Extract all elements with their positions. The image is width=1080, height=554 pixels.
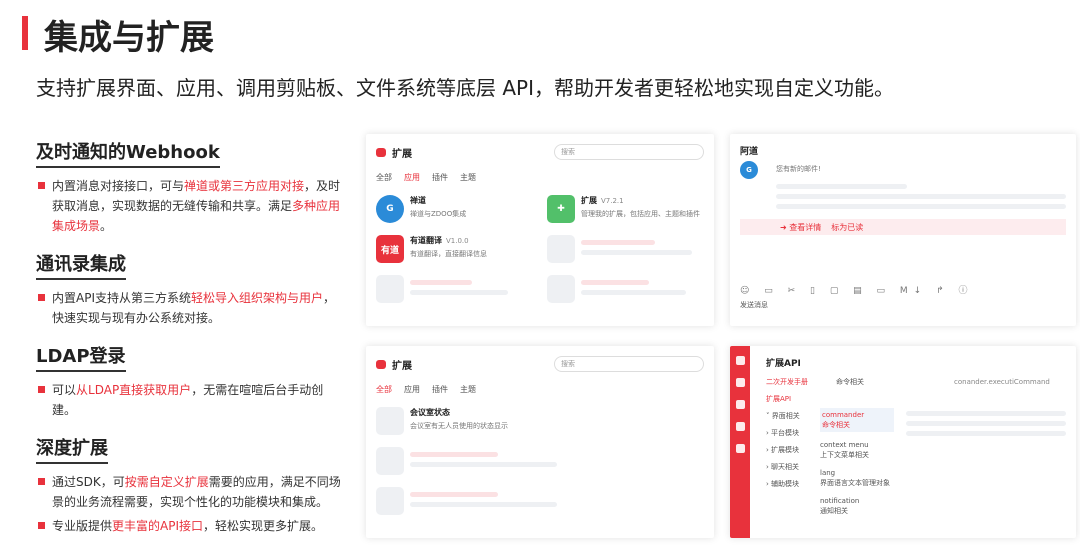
extension-card-meeting-room[interactable]: 会议室状态 会议室有无人员使用的状态显示 xyxy=(376,407,704,439)
placeholder-card xyxy=(547,235,704,267)
bot-avatar-icon: G xyxy=(740,161,758,179)
user-icon[interactable] xyxy=(735,378,745,387)
feature-bullet: 内置消息对接接口，可与禅道或第三方应用对接，及时获取消息，实现数据的无缝传输和共… xyxy=(36,176,346,236)
tab-plugins[interactable]: 插件 xyxy=(432,384,448,395)
doc-icon[interactable] xyxy=(735,444,745,453)
video-icon[interactable] xyxy=(735,400,745,409)
placeholder-card xyxy=(376,447,704,479)
panel-title: 扩展API xyxy=(766,359,801,369)
app-logo-icon xyxy=(376,359,386,369)
extension-card-zentao[interactable]: G 禅道 禅道与ZDOO集成 xyxy=(376,195,533,227)
composer-input[interactable]: 发送消息 xyxy=(740,300,768,310)
feature-bullet: 通过SDK，可按需自定义扩展需要的应用，满足不同场景的业务流程需要，实现个性化的… xyxy=(36,472,346,512)
tab-themes[interactable]: 主题 xyxy=(460,172,476,183)
tab-apps[interactable]: 应用 xyxy=(404,172,420,183)
tree-extension[interactable]: › 扩展模块 xyxy=(766,442,800,459)
tree-chat[interactable]: › 聊天相关 xyxy=(766,459,800,476)
feature-section: 及时通知的Webhook 内置消息对接接口，可与禅道或第三方应用对接，及时获取消息… xyxy=(36,138,346,236)
mark-read-link[interactable]: 标为已读 xyxy=(831,222,863,233)
tab-plugins[interactable]: 插件 xyxy=(432,172,448,183)
tree-platform[interactable]: › 平台模块 xyxy=(766,425,800,442)
apps-icon[interactable] xyxy=(735,422,745,431)
tab-themes[interactable]: 主题 xyxy=(460,384,476,395)
feature-list: 及时通知的Webhook 内置消息对接接口，可与禅道或第三方应用对接，及时获取消息… xyxy=(36,138,346,550)
feature-bullet: 内置API支持从第三方系统轻松导入组织架构与用户，快速实现与现有办公系统对接。 xyxy=(36,288,346,328)
feature-section: 深度扩展通过SDK，可按需自定义扩展需要的应用，满足不同场景的业务流程需要，实现… xyxy=(36,434,346,536)
app-sidebar xyxy=(730,346,750,538)
title-accent-bar xyxy=(22,16,28,50)
placeholder-card xyxy=(376,275,533,307)
view-detail-link[interactable]: ➜ 查看详情 xyxy=(780,222,821,233)
feature-bullet: 可以从LDAP直接获取用户，无需在喧喧后台手动创建。 xyxy=(36,380,346,420)
col2-head: 命令相关 xyxy=(836,378,864,386)
api-docs-panel: 扩展API 二次开发手册 扩展API ˅ 界面相关 › 平台模块 › 扩展模块 … xyxy=(730,346,1076,538)
search-input[interactable]: 搜索 xyxy=(554,144,704,160)
message-text: 您有新的邮件! xyxy=(776,165,821,173)
search-input[interactable]: 搜索 xyxy=(554,356,704,372)
api-entry-notification[interactable]: notification 通知相关 xyxy=(820,496,894,516)
tab-bar: 全部 应用 插件 主题 xyxy=(366,378,714,401)
app-logo-icon xyxy=(376,147,386,157)
tree-helper[interactable]: › 辅助模块 xyxy=(766,476,800,493)
panel-title: 扩展 xyxy=(392,360,412,372)
feature-bullet: 专业版提供更丰富的API接口，轻松实现更多扩展。 xyxy=(36,516,346,536)
feature-heading: 通讯录集成 xyxy=(36,250,126,280)
youdao-icon: 有道 xyxy=(376,235,404,263)
zentao-icon: G xyxy=(376,195,404,223)
placeholder-card xyxy=(376,487,704,519)
panel-title: 扩展 xyxy=(392,148,412,160)
extension-card-youdao[interactable]: 有道 有道翻译 V1.0.0 有道翻译，直接翻译信息 xyxy=(376,235,533,267)
api-entry-commander[interactable]: commander 命令相关 xyxy=(820,408,894,432)
feature-heading: LDAP登录 xyxy=(36,342,126,372)
page-subtitle: 支持扩展界面、应用、调用剪贴板、文件系统等底层 API，帮助开发者更轻松地实现自… xyxy=(36,76,894,100)
page-title: 集成与扩展 xyxy=(44,18,214,58)
nav-ext-api[interactable]: 扩展API xyxy=(766,391,808,408)
composer-toolbar[interactable]: ☺ ▭ ✂ ▯ ▢ ▤ ▭ M↓ ↱ ⓘ xyxy=(740,283,974,296)
api-entry-context-menu[interactable]: context menu 上下文菜单相关 xyxy=(820,440,894,460)
feature-heading: 深度扩展 xyxy=(36,434,108,464)
puzzle-icon: ✚ xyxy=(547,195,575,223)
feature-section: 通讯录集成内置API支持从第三方系统轻松导入组织架构与用户，快速实现与现有办公系… xyxy=(36,250,346,328)
col3-head: conander.executiCommand xyxy=(954,378,1050,386)
tree-ui[interactable]: ˅ 界面相关 xyxy=(766,408,800,425)
feature-section: LDAP登录可以从LDAP直接获取用户，无需在喧喧后台手动创建。 xyxy=(36,342,346,420)
chat-panel: 阿道 G 您有新的邮件! ➜ 查看详情 标为已读 ☺ ▭ ✂ ▯ ▢ ▤ ▭ M… xyxy=(730,134,1076,326)
sender-name: 阿道 xyxy=(740,147,759,157)
chat-icon[interactable] xyxy=(735,356,745,365)
feature-heading: 及时通知的Webhook xyxy=(36,138,220,168)
extension-card-extensions[interactable]: ✚ 扩展 V7.2.1 管理我的扩展，包括应用、主题和插件 xyxy=(547,195,704,227)
message-actions: ➜ 查看详情 标为已读 xyxy=(740,219,1066,235)
extension-store-panel: 扩展 搜索 全部 应用 插件 主题 G 禅道 禅道与ZDOO集成 ✚ 扩展 V7.2… xyxy=(366,134,714,326)
extension-list-panel: 扩展 搜索 全部 应用 插件 主题 会议室状态 会议室有无人员使用的状态显示 xyxy=(366,346,714,538)
tab-all[interactable]: 全部 xyxy=(376,384,392,395)
placeholder-columns xyxy=(906,406,1066,436)
tab-bar: 全部 应用 插件 主题 xyxy=(366,166,714,189)
tab-all[interactable]: 全部 xyxy=(376,172,392,183)
tab-apps[interactable]: 应用 xyxy=(404,384,420,395)
nav-dev-manual[interactable]: 二次开发手册 xyxy=(766,374,808,391)
api-entry-lang[interactable]: lang 界面语言文本管理对象 xyxy=(820,468,894,488)
placeholder-card xyxy=(547,275,704,307)
